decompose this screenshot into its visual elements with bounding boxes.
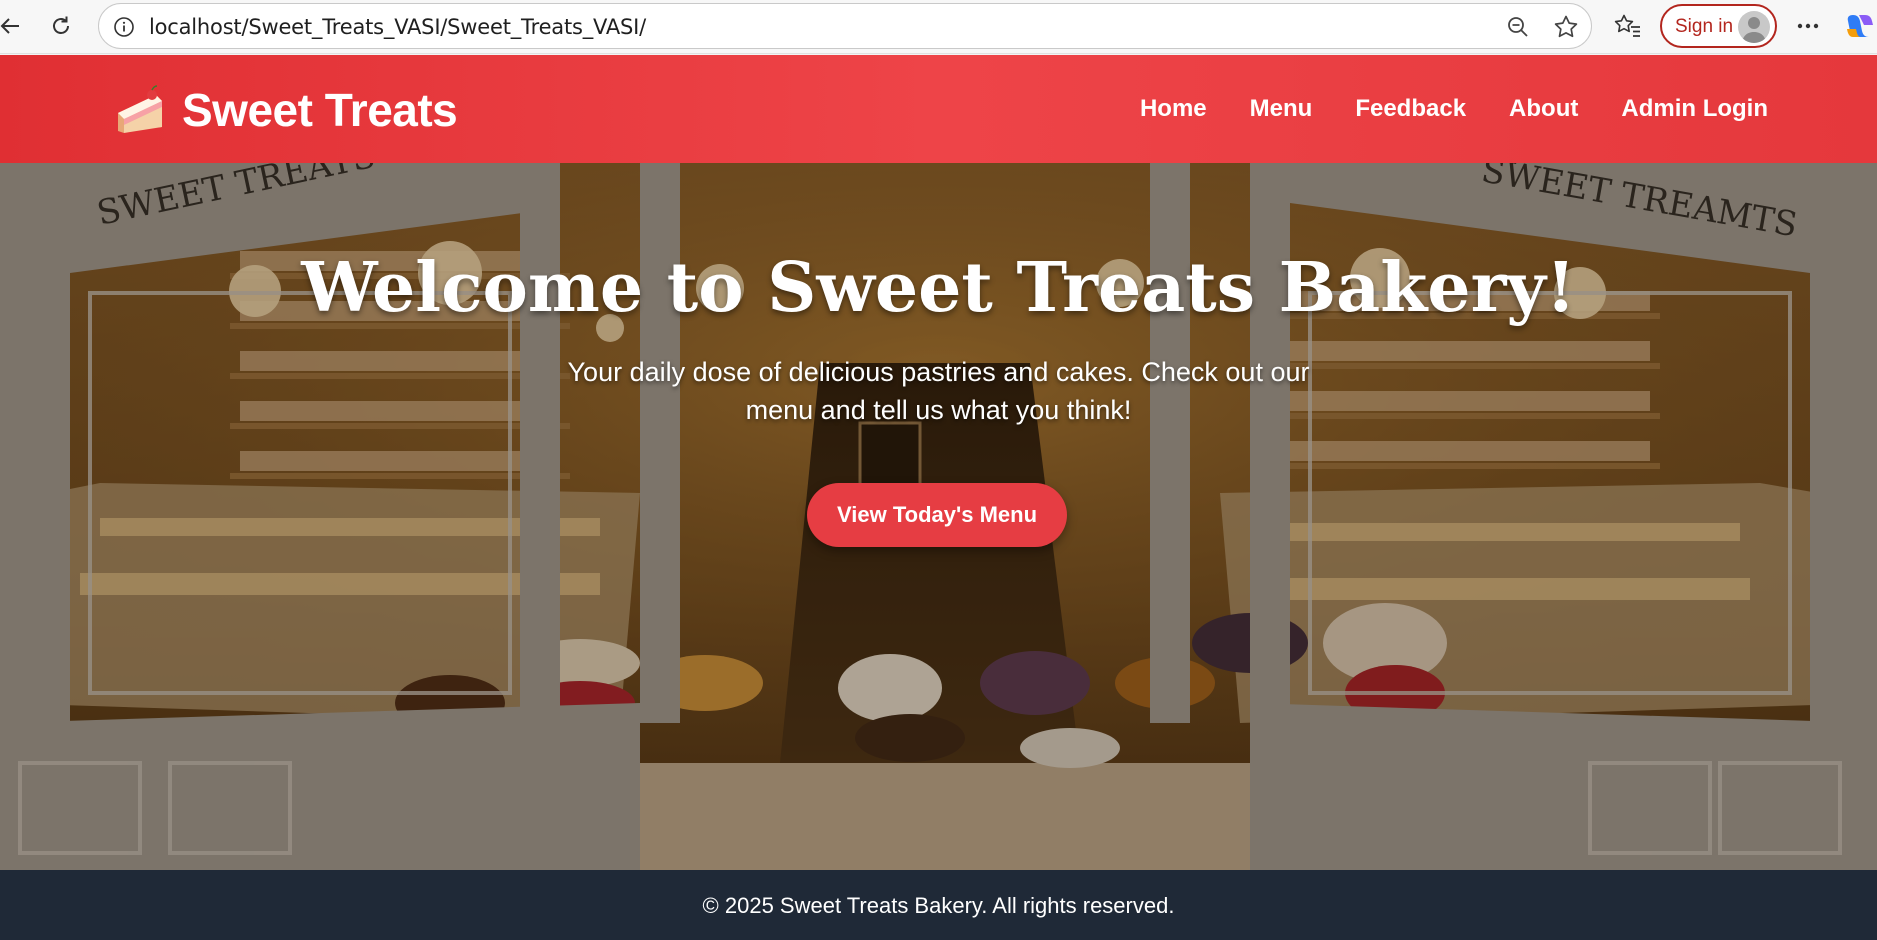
view-menu-button[interactable]: View Today's Menu xyxy=(807,483,1067,547)
favorites-list-icon xyxy=(1614,14,1640,37)
refresh-button[interactable] xyxy=(43,8,79,44)
hero-section: SWEET TREATS SWEET TREAMTS Welcome to Sw… xyxy=(0,163,1877,870)
main-nav: Home Menu Feedback About Admin Login xyxy=(1097,95,1768,123)
favorites-button[interactable] xyxy=(1610,8,1646,44)
sign-in-label: Sign in xyxy=(1675,16,1734,37)
nav-home[interactable]: Home xyxy=(1140,95,1207,123)
avatar xyxy=(1738,11,1770,43)
cake-slice-icon xyxy=(118,85,162,133)
nav-about[interactable]: About xyxy=(1509,95,1578,123)
copilot-button[interactable] xyxy=(1842,8,1877,44)
favorite-star-icon[interactable] xyxy=(1553,14,1579,40)
nav-feedback[interactable]: Feedback xyxy=(1355,95,1466,123)
nav-admin-login[interactable]: Admin Login xyxy=(1621,95,1768,123)
nav-menu[interactable]: Menu xyxy=(1250,95,1313,123)
brand-name: Sweet Treats xyxy=(182,84,458,136)
sign-in-button[interactable]: Sign in xyxy=(1660,4,1777,48)
hero-subtitle: Your daily dose of delicious pastries an… xyxy=(567,357,1310,425)
hero-title: Welcome to Sweet Treats Bakery! xyxy=(301,248,1576,328)
site-footer: © 2025 Sweet Treats Bakery. All rights r… xyxy=(0,870,1877,940)
more-icon xyxy=(1797,23,1819,29)
copilot-icon xyxy=(1847,15,1873,37)
refresh-icon xyxy=(53,16,69,34)
site-header: Sweet Treats Home Menu Feedback About Ad… xyxy=(0,55,1877,163)
info-icon[interactable] xyxy=(111,14,137,40)
back-icon xyxy=(0,18,19,34)
copyright-text: © 2025 Sweet Treats Bakery. All rights r… xyxy=(702,893,1175,918)
zoom-out-icon[interactable] xyxy=(1505,14,1531,40)
browser-toolbar: localhost/Sweet_Treats_VASI/Sweet_Treats… xyxy=(0,0,1877,54)
back-button[interactable] xyxy=(0,8,28,44)
more-button[interactable] xyxy=(1790,8,1826,44)
brand[interactable]: Sweet Treats xyxy=(112,83,458,137)
address-bar[interactable]: localhost/Sweet_Treats_VASI/Sweet_Treats… xyxy=(98,3,1592,49)
url-text: localhost/Sweet_Treats_VASI/Sweet_Treats… xyxy=(149,15,647,39)
